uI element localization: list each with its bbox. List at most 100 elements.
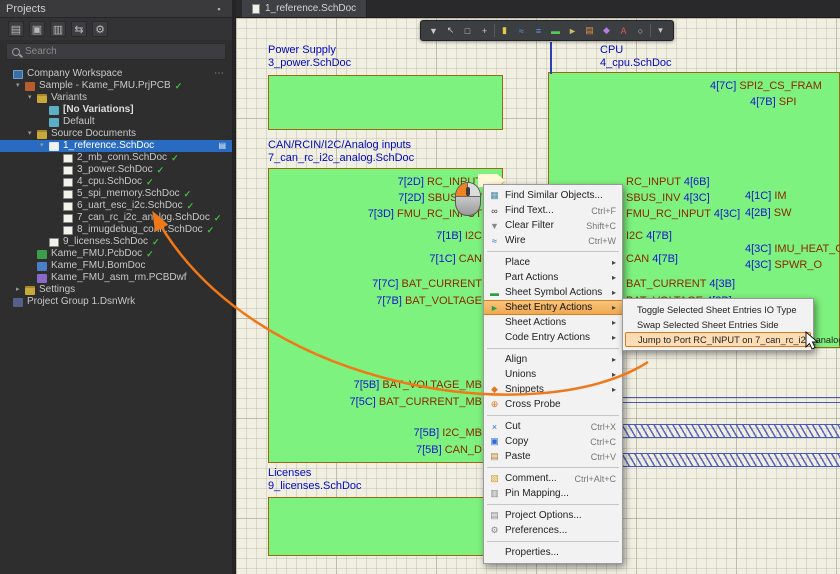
floating-toolbar-icon[interactable]: ▮ — [497, 23, 512, 38]
context-menu-item[interactable]: Place ▸ — [484, 255, 622, 270]
floating-toolbar-icon[interactable]: ► — [565, 23, 580, 38]
tree-item[interactable]: Project Group 1.DsnWrk — [0, 296, 232, 308]
context-menu-item[interactable]: ⊕ Cross Probe — [484, 397, 622, 412]
context-menu-item[interactable]: Code Entry Actions ▸ — [484, 330, 622, 345]
sheet-entry[interactable]: 4[2B] SW — [745, 207, 791, 220]
tree-item[interactable]: 3_power.SchDoc ✓ — [0, 164, 232, 176]
sheet-entry[interactable]: FMU_RC_INPUT 4[3C] — [626, 208, 740, 221]
submenu-item[interactable]: Toggle Selected Sheet Entries IO Type — [623, 302, 813, 317]
floating-toolbar-icon[interactable]: A — [616, 23, 631, 38]
sheet-entry[interactable]: 7[5B] BAT_VOLTAGE_MB — [354, 379, 482, 392]
projects-toolbar-icon[interactable]: ▥ — [50, 21, 66, 37]
context-menu-item[interactable] — [487, 415, 619, 416]
floating-toolbar-icon[interactable] — [650, 24, 651, 37]
floating-toolbar-icon[interactable]: ▼ — [426, 23, 441, 38]
context-menu-item[interactable]: ▤ Project Options... — [484, 508, 622, 523]
projects-search[interactable] — [6, 43, 226, 60]
context-menu-item[interactable]: ▬ Sheet Symbol Actions ▸ — [484, 285, 622, 300]
context-menu-item[interactable]: ▥ Pin Mapping... — [484, 486, 622, 501]
projects-toolbar-icon[interactable]: ⚙ — [92, 21, 108, 37]
chevron-icon[interactable]: ▾ — [28, 128, 37, 140]
context-menu-item[interactable] — [487, 467, 619, 468]
context-menu-item[interactable]: ▤ Paste Ctrl+V — [484, 449, 622, 464]
tree-item[interactable]: ▾ 1_reference.SchDoc ▤ — [0, 140, 232, 152]
tree-item[interactable]: ▾ Variants — [0, 92, 232, 104]
context-menu-item[interactable]: Part Actions ▸ — [484, 270, 622, 285]
tree-item[interactable]: 7_can_rc_i2c_analog.SchDoc ✓ — [0, 212, 232, 224]
context-menu-item[interactable]: Sheet Actions ▸ — [484, 315, 622, 330]
chevron-icon[interactable]: ▸ — [16, 284, 25, 296]
tree-item[interactable]: Company Workspace ⋯ — [0, 68, 232, 80]
sheet-entry[interactable]: 7[5C] BAT_CURRENT_MB — [350, 396, 482, 409]
submenu-item[interactable]: Jump to Port RC_INPUT on 7_can_rc_i2c_an… — [625, 332, 811, 347]
context-menu-item[interactable] — [487, 251, 619, 252]
floating-toolbar-icon[interactable]: ◆ — [599, 23, 614, 38]
sheet-symbol-licenses[interactable] — [268, 497, 503, 556]
sheet-symbol-power[interactable] — [268, 75, 503, 130]
tree-item[interactable]: ▸ Settings — [0, 284, 232, 296]
tree-item[interactable]: Kame_FMU.BomDoc — [0, 260, 232, 272]
tree-item[interactable]: 5_spi_memory.SchDoc ✓ — [0, 188, 232, 200]
tree-item[interactable]: ▾ Source Documents — [0, 128, 232, 140]
search-input[interactable] — [25, 46, 220, 57]
sheet-entry[interactable]: 7[1B] I2C — [436, 230, 482, 243]
more-options-icon[interactable]: ⋯ — [214, 68, 232, 80]
context-menu-item[interactable]: ∞ Find Text... Ctrl+F — [484, 203, 622, 218]
wire[interactable] — [550, 42, 552, 74]
context-menu-item[interactable]: ≈ Wire Ctrl+W — [484, 233, 622, 248]
sheet-entry[interactable]: CAN 4[7B] — [626, 253, 678, 266]
tree-item[interactable]: Default — [0, 116, 232, 128]
sheet-entry[interactable]: 7[7C] BAT_CURRENT — [372, 278, 482, 291]
context-menu-item[interactable]: ◆ Snippets ▸ — [484, 382, 622, 397]
schematic-canvas[interactable]: ▼↖□+▮≈≡▬►▤◆A○▾ Power Supply 3_power.SchD… — [236, 18, 840, 574]
projects-toolbar-icon[interactable]: ⇆ — [71, 21, 87, 37]
tree-item[interactable]: Kame_FMU.PcbDoc ✓ — [0, 248, 232, 260]
sheet-entry[interactable]: SBUS_INV 4[3C] — [626, 192, 710, 205]
tab-1-reference[interactable]: 1_reference.SchDoc — [242, 0, 367, 17]
sheet-entry[interactable]: 7[5B] I2C_MB — [414, 427, 483, 440]
floating-toolbar-icon[interactable]: ▤ — [582, 23, 597, 38]
tree-item[interactable]: 8_imugdebug_conn.SchDoc ✓ — [0, 224, 232, 236]
floating-toolbar-icon[interactable]: ▬ — [548, 23, 563, 38]
sheet-entry[interactable]: I2C 4[7B] — [626, 230, 672, 243]
panel-header-icon[interactable]: ▪ — [212, 2, 226, 16]
floating-toolbar-icon[interactable]: ▾ — [653, 23, 668, 38]
sheet-entry[interactable]: RC_INPUT 4[6B] — [626, 176, 710, 189]
tree-item[interactable]: 4_cpu.SchDoc ✓ — [0, 176, 232, 188]
tree-item[interactable]: 2_mb_conn.SchDoc ✓ — [0, 152, 232, 164]
floating-toolbar-icon[interactable]: + — [477, 23, 492, 38]
sheet-entry[interactable]: 4[3C] SPWR_O — [745, 259, 822, 272]
floating-toolbar-icon[interactable]: ○ — [633, 23, 648, 38]
context-menu-item[interactable] — [487, 348, 619, 349]
context-menu-item[interactable]: Properties... — [484, 545, 622, 560]
sheet-entry[interactable]: 7[5B] CAN_D — [416, 444, 482, 457]
floating-toolbar-icon[interactable] — [494, 24, 495, 37]
sheet-entry[interactable]: 7[7B] BAT_VOLTAGE — [376, 295, 482, 308]
chevron-icon[interactable]: ▾ — [28, 92, 37, 104]
floating-toolbar-icon[interactable]: ≈ — [514, 23, 529, 38]
sheet-entry[interactable]: 4[7C] SPI2_CS_FRAM — [710, 80, 822, 92]
submenu-item[interactable]: Swap Selected Sheet Entries Side — [623, 317, 813, 332]
context-menu-item[interactable]: ► Sheet Entry Actions ▸ — [484, 300, 622, 315]
context-menu-item[interactable]: ▼ Clear Filter Shift+C — [484, 218, 622, 233]
sheet-entry[interactable]: 4[7B] SPI — [750, 96, 796, 108]
context-menu-item[interactable]: ▦ Find Similar Objects... — [484, 188, 622, 203]
context-menu-item[interactable]: ⚙ Preferences... — [484, 523, 622, 538]
tree-item[interactable]: ▾ Sample - Kame_FMU.PrjPCB ✓ — [0, 80, 232, 92]
context-menu-item[interactable]: Align ▸ — [484, 352, 622, 367]
tree-item[interactable]: 9_licenses.SchDoc ✓ — [0, 236, 232, 248]
context-menu-item[interactable]: Unions ▸ — [484, 367, 622, 382]
sheet-entry[interactable]: 4[1C] IM — [745, 190, 787, 203]
chevron-icon[interactable]: ▾ — [40, 140, 49, 152]
context-menu-item[interactable]: × Cut Ctrl+X — [484, 419, 622, 434]
context-menu-item[interactable]: ▧ Comment... Ctrl+Alt+C — [484, 471, 622, 486]
chevron-icon[interactable]: ▾ — [16, 80, 25, 92]
context-menu-item[interactable]: ▣ Copy Ctrl+C — [484, 434, 622, 449]
sheet-entry[interactable]: BAT_CURRENT 4[3B] — [626, 278, 735, 291]
floating-toolbar-icon[interactable]: ↖ — [443, 23, 458, 38]
sheet-entry[interactable]: 4[3C] IMU_HEAT_CT — [745, 243, 840, 256]
tree-item[interactable]: 6_uart_esc_i2c.SchDoc ✓ — [0, 200, 232, 212]
floating-toolbar-icon[interactable]: ≡ — [531, 23, 546, 38]
floating-toolbar-icon[interactable]: □ — [460, 23, 475, 38]
tree-item[interactable]: [No Variations] — [0, 104, 232, 116]
